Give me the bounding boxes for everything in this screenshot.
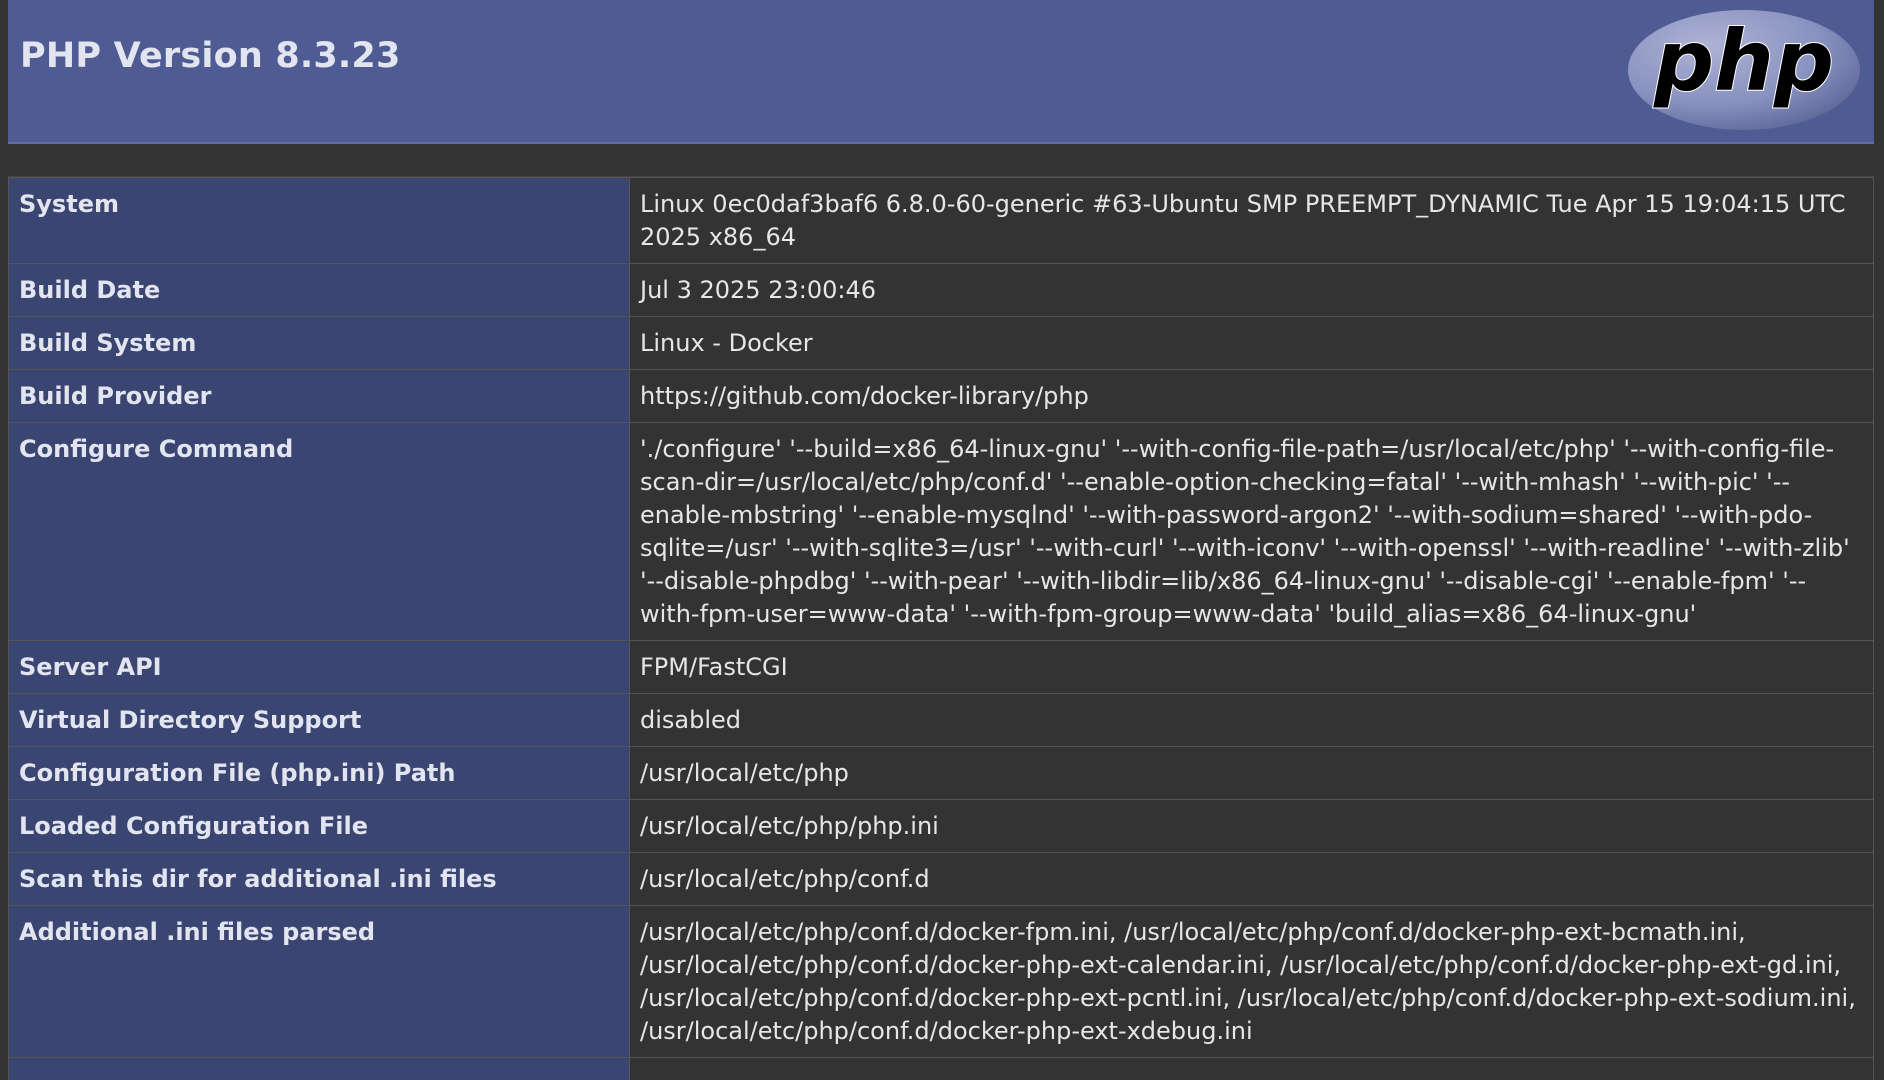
info-table: System Linux 0ec0daf3baf6 6.8.0-60-generi… [8,177,1874,1080]
row-key: Additional .ini files parsed [8,905,630,1058]
php-logo-icon[interactable]: php [1624,4,1864,132]
row-key: Virtual Directory Support [8,693,630,747]
table-row: Build Date Jul 3 2025 23:00:46 [8,263,1874,317]
table-row: Loaded Configuration File/usr/local/etc/… [8,799,1874,853]
row-value: https://github.com/docker-library/php [629,369,1874,423]
table-row [8,1057,1874,1080]
row-key: Scan this dir for additional .ini files [8,852,630,906]
table-row: Configure Command './configure' '--build=… [8,422,1874,641]
phpinfo-page: PHP Version 8.3.23 php System Linux 0ec0d… [0,0,1884,1080]
table-row: Virtual Directory Support disabled [8,693,1874,747]
row-key: Build Date [8,263,630,317]
info-table-body: System Linux 0ec0daf3baf6 6.8.0-60-generi… [8,177,1874,1080]
row-key: Configure Command [8,422,630,641]
row-key: Build System [8,316,630,370]
info-table-container: System Linux 0ec0daf3baf6 6.8.0-60-generi… [8,176,1874,1080]
table-row: Build System Linux - Docker [8,316,1874,370]
row-key: Configuration File (php.ini) Path [8,746,630,800]
row-value: Linux 0ec0daf3baf6 6.8.0-60-generic #63-… [629,177,1874,264]
row-value: /usr/local/etc/php/php.ini [629,799,1874,853]
row-value [629,1057,1874,1080]
version-header: PHP Version 8.3.23 php [8,0,1874,144]
row-value: './configure' '--build=x86_64-linux-gnu'… [629,422,1874,641]
php-logo-text: php [1653,12,1834,110]
row-value: disabled [629,693,1874,747]
table-row: Server API FPM/FastCGI [8,640,1874,694]
row-key [8,1057,630,1080]
row-key: Build Provider [8,369,630,423]
row-value: FPM/FastCGI [629,640,1874,694]
row-key: Loaded Configuration File [8,799,630,853]
table-row: Scan this dir for additional .ini files /… [8,852,1874,906]
row-value: /usr/local/etc/php/conf.d/docker-fpm.ini… [629,905,1874,1058]
table-row: System Linux 0ec0daf3baf6 6.8.0-60-generi… [8,177,1874,264]
table-row: Build Provider https://github.com/docker-… [8,369,1874,423]
row-value: Linux - Docker [629,316,1874,370]
row-value: /usr/local/etc/php [629,746,1874,800]
table-row: Additional .ini files parsed/usr/local/e… [8,905,1874,1058]
row-key: Server API [8,640,630,694]
row-value: Jul 3 2025 23:00:46 [629,263,1874,317]
page-title: PHP Version 8.3.23 [20,36,401,76]
row-key: System [8,177,630,264]
row-value: /usr/local/etc/php/conf.d [629,852,1874,906]
table-row: Configuration File (php.ini) Path/usr/lo… [8,746,1874,800]
